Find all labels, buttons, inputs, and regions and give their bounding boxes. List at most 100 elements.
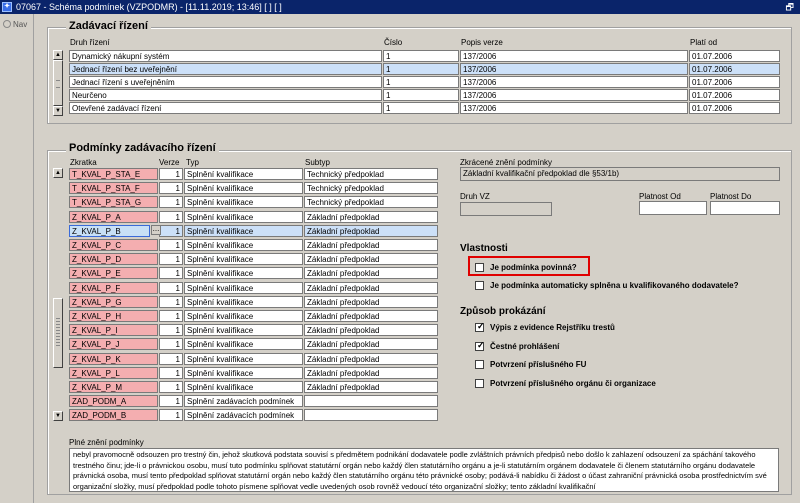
podminky-cell-verze[interactable]: 1 <box>159 366 183 379</box>
podminky-cell-typ[interactable]: Splnění kvalifikace <box>184 168 303 180</box>
lookup-ellipsis-button[interactable]: ... <box>151 225 161 235</box>
podminky-cell-verze[interactable]: 1 <box>159 395 183 408</box>
vlastnosti-checkbox-box[interactable] <box>475 281 484 290</box>
podminky-cell-verze[interactable]: 1 <box>159 168 183 180</box>
platnost-do-field[interactable] <box>710 201 780 215</box>
podminky-cell-typ[interactable]: Splnění kvalifikace <box>184 253 303 266</box>
zadavaci-cell-cislo[interactable]: 1 <box>383 50 459 62</box>
zpusob-checkbox-0[interactable]: ✓ Výpis z evidence Rejstříku trestů <box>475 321 615 334</box>
vlastnosti-checkbox-1[interactable]: Je podmínka automaticky splněna u kvalif… <box>475 280 739 292</box>
podminky-cell-zkratka[interactable]: T_KVAL_P_STA_E <box>69 168 158 180</box>
zpusob-checkbox-3[interactable]: Potvrzení příslušného orgánu či organiza… <box>475 378 656 390</box>
podminky-cell-typ[interactable]: Splnění kvalifikace <box>184 324 303 337</box>
nav-button[interactable]: Nav <box>3 20 27 29</box>
podminky-cell-verze[interactable]: 1 <box>159 281 183 294</box>
podminky-cell-typ[interactable]: Splnění kvalifikace <box>184 239 303 251</box>
podminky-cell-typ[interactable]: Splnění kvalifikace <box>184 224 303 237</box>
podminky-cell-verze[interactable]: 1 <box>159 182 183 195</box>
podminky-scroll-thumb[interactable] <box>53 298 63 368</box>
zadavaci-cell-cislo[interactable]: 1 <box>383 102 459 114</box>
podminky-cell-zkratka[interactable]: Z_KVAL_P_B <box>69 224 150 237</box>
podminky-cell-subtyp[interactable]: Technický předpoklad <box>304 182 438 195</box>
podminky-cell-typ[interactable]: Splnění kvalifikace <box>184 267 303 280</box>
podminky-cell-verze[interactable]: 1 <box>159 295 183 308</box>
podminky-cell-typ[interactable]: Splnění kvalifikace <box>184 182 303 195</box>
podminky-cell-subtyp[interactable]: Základní předpoklad <box>304 381 438 393</box>
podminky-cell-subtyp[interactable]: Základní předpoklad <box>304 224 438 237</box>
podminky-cell-verze[interactable]: 1 <box>159 338 183 351</box>
podminky-cell-subtyp[interactable]: Základní předpoklad <box>304 338 438 351</box>
zadavaci-cell-popis[interactable]: 137/2006 <box>460 89 688 101</box>
podminky-cell-subtyp[interactable]: Základní předpoklad <box>304 295 438 308</box>
podminky-cell-zkratka[interactable]: Z_KVAL_P_L <box>69 366 158 379</box>
zadavaci-cell-popis[interactable]: 137/2006 <box>460 63 688 75</box>
zpusob-checkbox-2[interactable]: Potvrzení příslušného FU <box>475 359 586 371</box>
podminky-cell-typ[interactable]: Splnění kvalifikace <box>184 310 303 322</box>
zadavaci-cell-druh[interactable]: Neurčeno <box>69 89 382 101</box>
podminky-cell-zkratka[interactable]: T_KVAL_P_STA_F <box>69 182 158 195</box>
zadavaci-cell-platnost[interactable]: 01.07.2006 <box>689 102 780 114</box>
podminky-cell-verze[interactable]: 1 <box>159 196 183 209</box>
zadavaci-scroll-up-button[interactable]: ▲ <box>53 50 63 60</box>
podminky-cell-zkratka[interactable]: Z_KVAL_P_E <box>69 267 158 280</box>
podminky-scroll-up-button[interactable]: ▲ <box>53 168 63 178</box>
podminky-cell-typ[interactable]: Splnění kvalifikace <box>184 338 303 351</box>
podminky-cell-zkratka[interactable]: Z_KVAL_P_H <box>69 310 158 322</box>
podminky-cell-typ[interactable]: Splnění kvalifikace <box>184 381 303 393</box>
zadavaci-cell-druh[interactable]: Otevřené zadávací řízení <box>69 102 382 114</box>
plne-zneni-textarea[interactable]: nebyl pravomocně odsouzen pro trestný či… <box>69 448 779 492</box>
restore-window-icon[interactable]: 🗗 <box>786 0 794 14</box>
zadavaci-cell-druh[interactable]: Jednací řízení bez uveřejnění <box>69 63 382 75</box>
zadavaci-cell-platnost[interactable]: 01.07.2006 <box>689 63 780 75</box>
podminky-cell-zkratka[interactable]: Z_KVAL_P_F <box>69 281 158 294</box>
podminky-cell-subtyp[interactable]: Základní předpoklad <box>304 239 438 251</box>
podminky-cell-subtyp[interactable]: Základní předpoklad <box>304 253 438 266</box>
zpusob-checkbox-box[interactable] <box>475 360 484 369</box>
podminky-cell-subtyp[interactable]: Základní předpoklad <box>304 281 438 294</box>
zadavaci-cell-druh[interactable]: Dynamický nákupní systém <box>69 50 382 62</box>
podminky-cell-subtyp[interactable] <box>304 409 438 422</box>
zadavaci-cell-cislo[interactable]: 1 <box>383 89 459 101</box>
podminky-cell-zkratka[interactable]: Z_KVAL_P_I <box>69 324 158 337</box>
zpusob-checkbox-1[interactable]: ✓ Čestné prohlášení <box>475 340 559 353</box>
podminky-cell-subtyp[interactable]: Základní předpoklad <box>304 352 438 365</box>
podminky-cell-subtyp[interactable]: Základní předpoklad <box>304 267 438 280</box>
zadavaci-cell-popis[interactable]: 137/2006 <box>460 76 688 88</box>
podminky-cell-verze[interactable]: 1 <box>159 267 183 280</box>
podminky-cell-verze[interactable]: 1 <box>159 253 183 266</box>
podminky-cell-zkratka[interactable]: Z_KVAL_P_K <box>69 352 158 365</box>
podminky-cell-subtyp[interactable]: Technický předpoklad <box>304 196 438 209</box>
podminky-cell-zkratka[interactable]: Z_KVAL_P_G <box>69 295 158 308</box>
zadavaci-cell-druh[interactable]: Jednací řízení s uveřejněním <box>69 76 382 88</box>
platnost-od-field[interactable] <box>639 201 707 215</box>
podminky-cell-typ[interactable]: Splnění zadávacích podmínek <box>184 395 303 408</box>
podminky-cell-verze[interactable]: 1 <box>159 224 183 237</box>
zadavaci-cell-platnost[interactable]: 01.07.2006 <box>689 50 780 62</box>
podminky-cell-subtyp[interactable]: Technický předpoklad <box>304 168 438 180</box>
podminky-cell-typ[interactable]: Splnění kvalifikace <box>184 366 303 379</box>
podminky-cell-zkratka[interactable]: T_KVAL_P_STA_G <box>69 196 158 209</box>
zpusob-checkbox-box[interactable] <box>475 378 484 388</box>
podminky-scroll-down-button[interactable]: ▼ <box>53 411 63 421</box>
podminky-cell-verze[interactable]: 1 <box>159 352 183 365</box>
podminky-cell-verze[interactable]: 1 <box>159 310 183 322</box>
podminky-cell-verze[interactable]: 1 <box>159 381 183 393</box>
zadavaci-cell-popis[interactable]: 137/2006 <box>460 50 688 62</box>
zadavaci-scroll-down-button[interactable]: ▼ <box>53 106 63 116</box>
zadavaci-scroll-thumb[interactable] <box>53 60 63 106</box>
podminky-cell-subtyp[interactable]: Základní předpoklad <box>304 324 438 337</box>
podminky-cell-verze[interactable]: 1 <box>159 239 183 251</box>
podminky-cell-zkratka[interactable]: Z_KVAL_P_A <box>69 210 158 223</box>
zpusob-checkbox-box[interactable]: ✓ <box>475 340 485 351</box>
podminky-cell-subtyp[interactable]: Základní předpoklad <box>304 210 438 223</box>
podminky-cell-verze[interactable]: 1 <box>159 324 183 337</box>
podminky-cell-verze[interactable]: 1 <box>159 409 183 422</box>
podminky-cell-subtyp[interactable]: Základní předpoklad <box>304 310 438 322</box>
podminky-cell-typ[interactable]: Splnění kvalifikace <box>184 281 303 294</box>
zadavaci-cell-platnost[interactable]: 01.07.2006 <box>689 76 780 88</box>
podminky-cell-subtyp[interactable] <box>304 395 438 408</box>
podminky-cell-typ[interactable]: Splnění kvalifikace <box>184 352 303 365</box>
zpusob-checkbox-box[interactable]: ✓ <box>475 321 485 332</box>
podminky-cell-zkratka[interactable]: Z_KVAL_P_C <box>69 239 158 251</box>
podminky-cell-typ[interactable]: Splnění kvalifikace <box>184 295 303 308</box>
